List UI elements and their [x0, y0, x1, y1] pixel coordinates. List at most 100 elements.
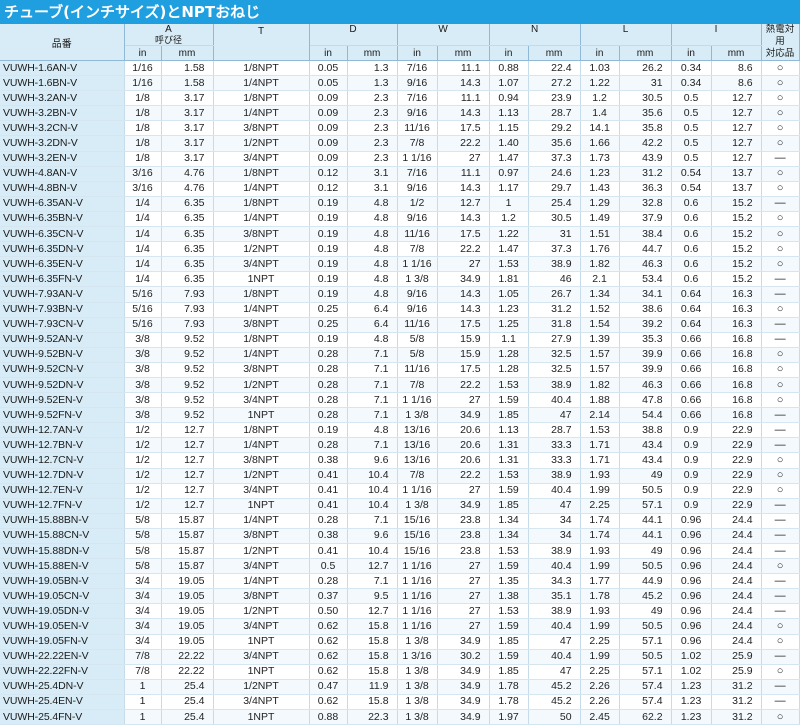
d-in: 0.25 — [309, 302, 348, 318]
model-cell: VUWH-22.22EN-V — [0, 649, 125, 665]
d-in: 0.41 — [309, 543, 348, 560]
d-in: 0.5 — [309, 558, 348, 575]
i-in: 0.6 — [671, 241, 712, 258]
w-mm: 15.9 — [437, 332, 490, 348]
n-in: 1.53 — [489, 256, 529, 273]
d-mm: 3.1 — [347, 181, 398, 197]
n-in: 1.35 — [489, 573, 529, 590]
i-mm: 31.2 — [711, 709, 762, 725]
l-mm: 44.1 — [619, 528, 672, 545]
i-in: 0.34 — [671, 60, 712, 77]
i-mm: 24.4 — [711, 618, 762, 635]
l-mm: 46.3 — [619, 377, 672, 394]
d-mm: 1.3 — [347, 60, 398, 77]
thermocouple-mark: — — [761, 528, 800, 545]
i-in: 0.96 — [671, 618, 712, 635]
w-mm: 20.6 — [437, 437, 490, 454]
i-mm: 31.2 — [711, 679, 762, 695]
a-in: 1/4 — [124, 256, 162, 273]
d-in: 0.28 — [309, 513, 348, 529]
i-in: 0.9 — [671, 468, 712, 484]
d-mm: 9.6 — [347, 528, 398, 545]
table-row: VUWH-4.8AN-V 3/16 4.76 1/8NPT 0.12 3.1 7/16 11.… — [0, 166, 800, 182]
l-in: 1.23 — [580, 166, 620, 182]
i-in: 0.96 — [671, 603, 712, 620]
thread: 3/4NPT — [213, 649, 310, 665]
table-row: VUWH-15.88DN-V 5/8 15.87 1/2NPT 0.41 10.4 15/1… — [0, 543, 800, 560]
i-mm: 16.8 — [711, 332, 762, 348]
unit-in: in — [580, 45, 620, 61]
thermocouple-mark: — — [761, 437, 800, 454]
l-in: 2.1 — [580, 271, 620, 288]
a-mm: 19.05 — [161, 588, 214, 605]
w-mm: 34.9 — [437, 498, 490, 514]
a-mm: 15.87 — [161, 543, 214, 560]
w-mm: 34.9 — [437, 664, 490, 680]
i-in: 0.96 — [671, 573, 712, 590]
thread: 1/4NPT — [213, 347, 310, 363]
w-in: 13/16 — [397, 422, 438, 439]
n-in: 1.07 — [489, 75, 529, 92]
thread: 1/2NPT — [213, 468, 310, 484]
i-mm: 31.2 — [711, 694, 762, 711]
table-row: VUWH-9.52BN-V 3/8 9.52 1/4NPT 0.28 7.1 5/8 15.9… — [0, 347, 800, 363]
i-in: 0.64 — [671, 302, 712, 318]
d-in: 0.19 — [309, 241, 348, 258]
w-in: 1 3/8 — [397, 498, 438, 514]
d-mm: 4.8 — [347, 196, 398, 212]
n-in: 0.94 — [489, 90, 529, 107]
w-mm: 27 — [437, 603, 490, 620]
i-in: 0.6 — [671, 256, 712, 273]
w-mm: 34.9 — [437, 694, 490, 711]
table-row: VUWH-9.52DN-V 3/8 9.52 1/2NPT 0.28 7.1 7/8 22.2… — [0, 377, 800, 394]
l-in: 1.53 — [580, 422, 620, 439]
i-in: 0.96 — [671, 543, 712, 560]
header-i: I — [671, 24, 762, 46]
i-in: 1.23 — [671, 709, 712, 725]
l-mm: 31 — [619, 75, 672, 92]
w-in: 11/16 — [397, 317, 438, 333]
table-row: VUWH-15.88CN-V 5/8 15.87 3/8NPT 0.38 9.6 15/16… — [0, 528, 800, 545]
d-mm: 10.4 — [347, 498, 398, 514]
i-mm: 8.6 — [711, 60, 762, 77]
n-mm: 22.4 — [528, 60, 581, 77]
a-mm: 7.93 — [161, 286, 214, 303]
model-cell: VUWH-12.7FN-V — [0, 498, 125, 514]
d-mm: 15.8 — [347, 634, 398, 650]
l-in: 1.54 — [580, 317, 620, 333]
thermocouple-mark: — — [761, 694, 800, 711]
w-in: 7/16 — [397, 166, 438, 182]
d-mm: 4.8 — [347, 226, 398, 243]
model-cell: VUWH-7.93AN-V — [0, 286, 125, 303]
n-mm: 40.4 — [528, 558, 581, 575]
thread: 1/2NPT — [213, 603, 310, 620]
a-mm: 12.7 — [161, 437, 214, 454]
i-mm: 24.4 — [711, 634, 762, 650]
l-mm: 49 — [619, 468, 672, 484]
i-in: 0.96 — [671, 558, 712, 575]
d-in: 0.09 — [309, 135, 348, 152]
thermocouple-mark: — — [761, 679, 800, 695]
a-in: 3/8 — [124, 377, 162, 394]
l-mm: 62.2 — [619, 709, 672, 725]
a-mm: 9.52 — [161, 407, 214, 424]
n-mm: 40.4 — [528, 649, 581, 665]
i-mm: 22.9 — [711, 452, 762, 469]
i-in: 0.66 — [671, 407, 712, 424]
n-mm: 47 — [528, 634, 581, 650]
n-in: 1.17 — [489, 181, 529, 197]
l-mm: 34.1 — [619, 286, 672, 303]
unit-in: in — [124, 45, 162, 61]
thread: 1/4NPT — [213, 437, 310, 454]
unit-mm: mm — [347, 45, 398, 61]
n-mm: 26.7 — [528, 286, 581, 303]
n-in: 1.59 — [489, 558, 529, 575]
i-in: 0.9 — [671, 422, 712, 439]
n-mm: 31.2 — [528, 302, 581, 318]
d-in: 0.19 — [309, 196, 348, 212]
a-mm: 6.35 — [161, 196, 214, 212]
i-in: 0.5 — [671, 135, 712, 152]
w-in: 1 1/16 — [397, 256, 438, 273]
i-in: 0.5 — [671, 105, 712, 122]
i-mm: 15.2 — [711, 211, 762, 228]
